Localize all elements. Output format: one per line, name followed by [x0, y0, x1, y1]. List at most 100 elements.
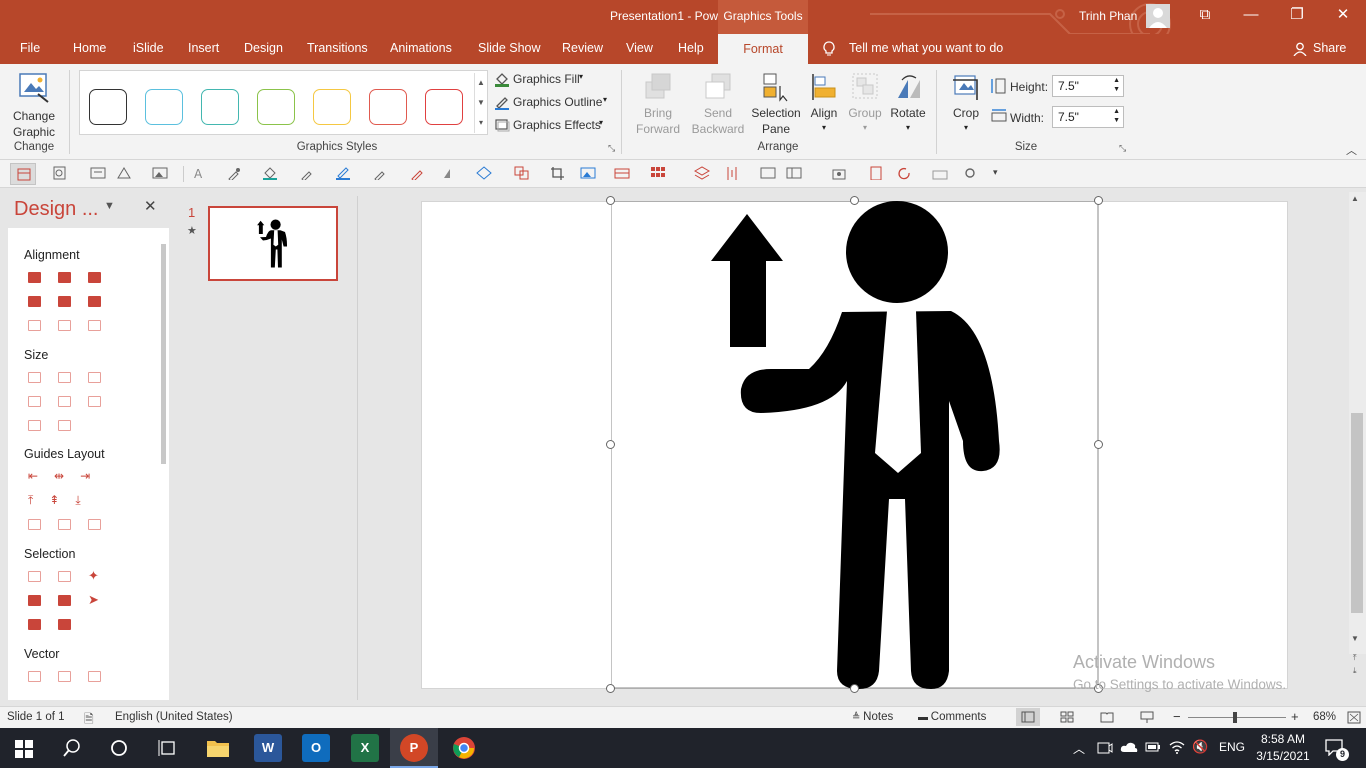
resize-handle-left[interactable] — [606, 440, 615, 449]
tab-help[interactable]: Help — [678, 41, 704, 55]
task-view-icon[interactable] — [158, 739, 178, 757]
resize-handle-right[interactable] — [1094, 440, 1103, 449]
notes-button[interactable]: ≜ Notes — [852, 711, 893, 723]
group-button[interactable]: Group ▾ — [846, 68, 884, 140]
resize-handle-top-right[interactable] — [1094, 196, 1103, 205]
resize-handle-top[interactable] — [850, 196, 859, 205]
prev-next-slide-icon[interactable]: ⤒ ⤓ — [1353, 651, 1357, 677]
brush-icon[interactable] — [409, 166, 425, 180]
slide-thumbnail[interactable] — [208, 206, 338, 281]
vertical-scrollbar[interactable]: ▲ ▼ — [1349, 192, 1366, 654]
style-swatch-2[interactable] — [145, 89, 183, 125]
tab-animations[interactable]: Animations — [390, 41, 452, 55]
collapse-ribbon-icon[interactable]: ︿ — [1346, 142, 1357, 158]
input-language[interactable]: ENG — [1219, 740, 1245, 754]
picture-icon[interactable] — [152, 166, 168, 180]
fill-color-icon[interactable] — [262, 166, 278, 180]
excel-app-icon[interactable]: X — [351, 734, 379, 762]
size-match-both-icon[interactable] — [88, 372, 101, 383]
theme-library-icon[interactable] — [52, 166, 68, 180]
scroll-up-icon[interactable]: ▲ — [1351, 194, 1359, 203]
tab-transitions[interactable]: Transitions — [307, 41, 368, 55]
select-similar-icon[interactable] — [28, 595, 41, 606]
size-match-height-icon[interactable] — [58, 372, 71, 383]
distribute-icon[interactable] — [724, 166, 740, 180]
line-eyedropper-icon[interactable] — [372, 166, 388, 180]
guides-center-icon[interactable] — [58, 519, 71, 530]
clock-time[interactable]: 8:58 AM — [1253, 732, 1313, 746]
cortana-icon[interactable] — [110, 739, 128, 757]
shape-icon[interactable] — [116, 166, 132, 180]
align-button[interactable]: Align ▾ — [806, 68, 842, 140]
tab-format[interactable]: Format — [718, 34, 808, 64]
minimize-button[interactable]: — — [1228, 0, 1274, 32]
guides-row-1-icons[interactable]: ⇤⇹⇥ — [28, 469, 106, 483]
outlook-app-icon[interactable]: O — [302, 734, 330, 762]
size-stretch-right-icon[interactable] — [58, 396, 71, 407]
shape-diamond-icon[interactable] — [476, 166, 492, 180]
search-icon[interactable] — [63, 739, 81, 757]
selection-pane-button[interactable]: Selection Pane — [748, 68, 804, 140]
slide-sorter-icon[interactable] — [1060, 711, 1074, 723]
gallery-down-icon[interactable]: ▼ — [475, 93, 487, 113]
slide-show-icon[interactable] — [1140, 711, 1154, 723]
powerpoint-taskbar-active[interactable]: P — [390, 728, 438, 768]
tab-islide[interactable]: iSlide — [133, 41, 164, 55]
resize-handle-bottom-left[interactable] — [606, 684, 615, 693]
table-tool-icon[interactable] — [614, 166, 630, 180]
magic-wand-icon[interactable]: ✦ — [88, 568, 99, 584]
spinner-icon[interactable]: ▲ ▼ — [1113, 76, 1120, 94]
textbox-icon[interactable] — [90, 166, 106, 180]
normal-view-button[interactable] — [1016, 708, 1040, 726]
align-left-icon[interactable] — [28, 272, 41, 283]
change-graphic-button[interactable]: Change Graphic — [4, 68, 64, 140]
select-same-size-icon[interactable] — [28, 571, 41, 582]
document-icon[interactable] — [868, 166, 884, 180]
comments-button[interactable]: ▬ Comments — [918, 711, 986, 723]
height-input[interactable]: 7.5" ▲ ▼ — [1052, 75, 1124, 97]
tab-file[interactable]: File — [20, 41, 40, 55]
design-panel-title[interactable]: Design ... — [14, 198, 98, 221]
style-swatch-6[interactable] — [369, 89, 407, 125]
dialog-launcher-icon[interactable]: ⤡ — [1119, 143, 1126, 154]
panel-options-icon[interactable]: ▼ — [104, 200, 115, 212]
tab-insert[interactable]: Insert — [188, 41, 219, 55]
tab-review[interactable]: Review — [562, 41, 603, 55]
select-group-icon[interactable] — [28, 619, 41, 630]
vector-union-icon[interactable] — [28, 671, 41, 682]
panel-scrollbar[interactable] — [161, 244, 166, 464]
rotate-button[interactable]: Rotate ▾ — [886, 68, 930, 140]
panel-close-icon[interactable]: ✕ — [144, 197, 157, 215]
style-swatch-7[interactable] — [425, 89, 463, 125]
align-right-icon[interactable] — [88, 272, 101, 283]
layout-select-icon[interactable] — [786, 166, 802, 180]
zoom-out-button[interactable]: − — [1173, 709, 1181, 724]
zoom-level[interactable]: 68% — [1313, 711, 1336, 723]
tab-slide-show[interactable]: Slide Show — [478, 41, 541, 55]
avatar[interactable] — [1146, 4, 1170, 28]
close-button[interactable]: ✕ — [1320, 0, 1366, 32]
select-shape-icon[interactable] — [58, 595, 71, 606]
export-image-icon[interactable] — [832, 166, 848, 180]
style-swatch-5[interactable] — [313, 89, 351, 125]
select-same-fill-icon[interactable] — [58, 571, 71, 582]
distribute-horizontal-icon[interactable] — [28, 320, 41, 331]
design-tools-toggle[interactable] — [10, 163, 36, 185]
toolbox-icon[interactable] — [932, 166, 948, 180]
vector-combine-icon[interactable] — [58, 671, 71, 682]
resize-handle-bottom[interactable] — [850, 684, 859, 693]
battery-icon[interactable] — [1145, 742, 1161, 752]
spinner-icon[interactable]: ▲ ▼ — [1113, 107, 1120, 125]
volume-muted-icon[interactable]: 🔇 — [1192, 739, 1208, 755]
font-icon[interactable]: A — [192, 166, 208, 180]
style-swatch-1[interactable] — [89, 89, 127, 125]
ribbon-display-button[interactable]: ⧉ — [1182, 0, 1228, 32]
width-input[interactable]: 7.5" ▲ ▼ — [1052, 106, 1124, 128]
image-tool-icon[interactable] — [580, 166, 596, 180]
guides-margin-icon[interactable] — [28, 519, 41, 530]
size-match-width-icon[interactable] — [28, 372, 41, 383]
select-pointer-icon[interactable]: ➤ — [88, 592, 99, 608]
distribute-grid-icon[interactable] — [88, 320, 101, 331]
bring-forward-button[interactable]: Bring Forward — [630, 68, 686, 140]
tell-me-search[interactable]: Tell me what you want to do — [849, 41, 1003, 55]
